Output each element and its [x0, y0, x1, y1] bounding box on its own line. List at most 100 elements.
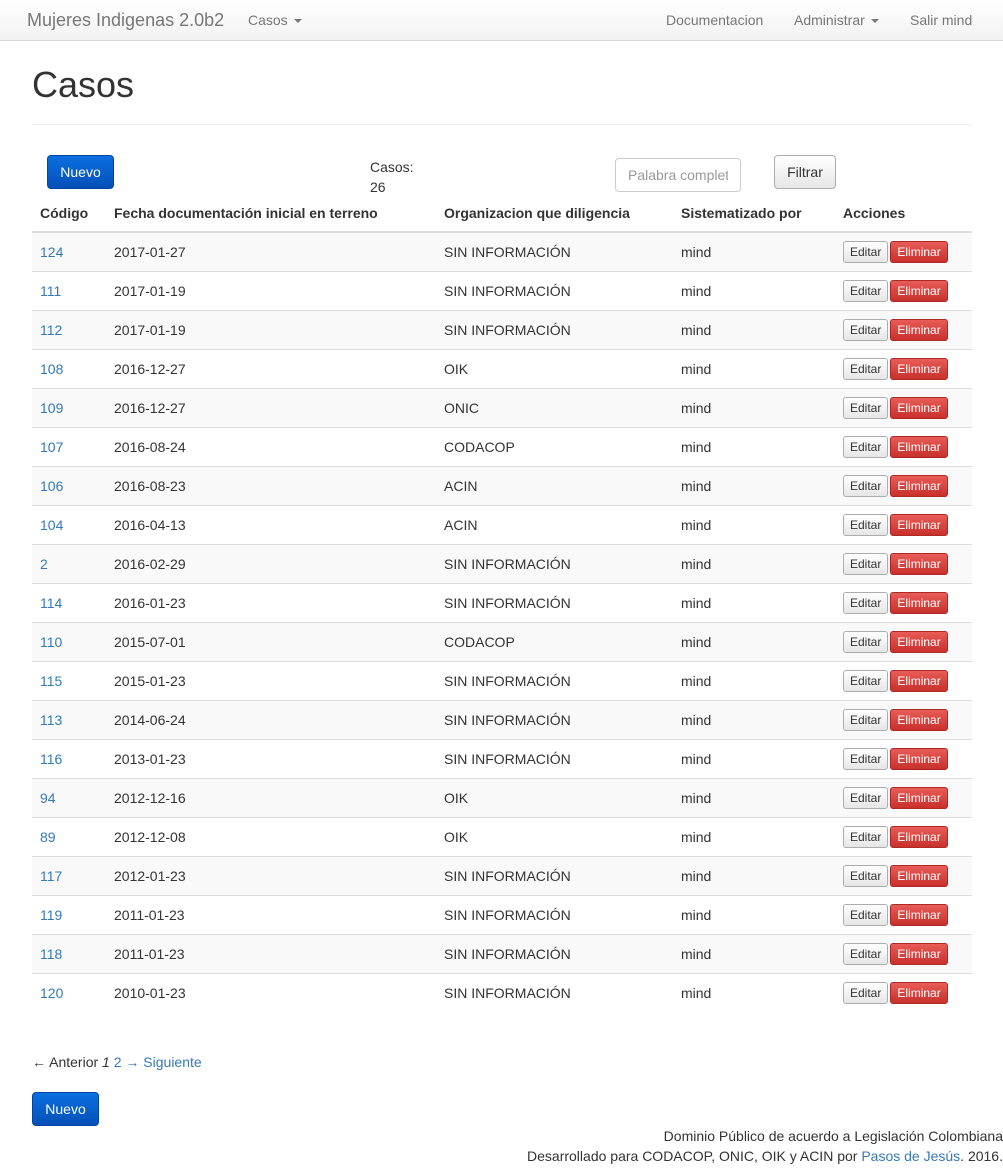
delete-button[interactable]: Eliminar — [890, 435, 948, 458]
case-date: 2017-01-27 — [106, 232, 436, 271]
edit-button[interactable]: Editar — [843, 630, 889, 653]
case-code-link[interactable]: 108 — [40, 361, 63, 377]
case-code-link[interactable]: 119 — [40, 907, 62, 923]
delete-button[interactable]: Eliminar — [890, 864, 948, 887]
edit-button[interactable]: Editar — [843, 825, 889, 848]
case-actions: Editar Eliminar — [835, 621, 972, 661]
case-systematized-by: mind — [673, 777, 835, 817]
edit-button[interactable]: Editar — [843, 357, 889, 380]
nav-documentation[interactable]: Documentacion — [666, 12, 763, 28]
delete-button[interactable]: Eliminar — [890, 396, 948, 419]
brand-link[interactable]: Mujeres Indigenas 2.0b2 — [27, 10, 224, 31]
delete-button[interactable]: Eliminar — [890, 357, 948, 380]
edit-button[interactable]: Editar — [843, 786, 889, 809]
case-code-link[interactable]: 120 — [40, 985, 63, 1001]
case-actions: Editar Eliminar — [835, 465, 972, 505]
edit-button[interactable]: Editar — [843, 474, 889, 497]
pagination-page-2[interactable]: 2 — [114, 1054, 122, 1070]
delete-button[interactable]: Eliminar — [890, 591, 948, 614]
case-systematized-by: mind — [673, 738, 835, 778]
new-case-button-top[interactable]: Nuevo — [47, 155, 114, 189]
case-actions: Editar Eliminar — [835, 894, 972, 934]
case-code-cell: 119 — [32, 894, 106, 934]
case-code-link[interactable]: 2 — [40, 556, 48, 572]
case-actions: Editar Eliminar — [835, 348, 972, 388]
case-code-link[interactable]: 94 — [40, 790, 56, 806]
nav-cases-menu[interactable]: Casos — [248, 12, 302, 28]
case-code-link[interactable]: 107 — [40, 439, 63, 455]
edit-button[interactable]: Editar — [843, 396, 889, 419]
case-code-link[interactable]: 117 — [40, 868, 62, 884]
delete-button[interactable]: Eliminar — [890, 903, 948, 926]
case-systematized-by: mind — [673, 699, 835, 739]
case-actions: Editar Eliminar — [835, 232, 972, 271]
delete-button[interactable]: Eliminar — [890, 630, 948, 653]
delete-button[interactable]: Eliminar — [890, 708, 948, 731]
edit-button[interactable]: Editar — [843, 747, 889, 770]
case-organization: SIN INFORMACIÓN — [436, 543, 673, 583]
case-organization: ONIC — [436, 387, 673, 427]
case-organization: SIN INFORMACIÓN — [436, 972, 673, 1012]
case-code-link[interactable]: 110 — [40, 634, 62, 650]
case-code-cell: 114 — [32, 582, 106, 622]
edit-button[interactable]: Editar — [843, 591, 889, 614]
case-code-link[interactable]: 118 — [40, 946, 62, 962]
edit-button[interactable]: Editar — [843, 669, 889, 692]
case-organization: OIK — [436, 816, 673, 856]
edit-button[interactable]: Editar — [843, 942, 889, 965]
edit-button[interactable]: Editar — [843, 981, 889, 1004]
edit-button[interactable]: Editar — [843, 552, 889, 575]
case-date: 2013-01-23 — [106, 738, 436, 778]
case-code-link[interactable]: 112 — [40, 322, 62, 338]
case-code-link[interactable]: 116 — [40, 751, 62, 767]
delete-button[interactable]: Eliminar — [890, 669, 948, 692]
delete-button[interactable]: Eliminar — [890, 981, 948, 1004]
case-code-link[interactable]: 114 — [40, 595, 62, 611]
header-systematized-by: Sistematizado por — [673, 194, 835, 233]
navbar: Mujeres Indigenas 2.0b2 Casos Documentac… — [0, 0, 1003, 41]
case-code-link[interactable]: 106 — [40, 478, 63, 494]
table-row: 116 2013-01-23 SIN INFORMACIÓN mind Editar El… — [32, 738, 972, 778]
delete-button[interactable]: Eliminar — [890, 474, 948, 497]
filter-input[interactable] — [615, 158, 741, 192]
filter-button[interactable]: Filtrar — [774, 155, 836, 189]
edit-button[interactable]: Editar — [843, 903, 889, 926]
table-row: 106 2016-08-23 ACIN mind Editar Eliminar — [32, 465, 972, 505]
pagination-next[interactable]: → Siguiente — [125, 1054, 201, 1070]
delete-button[interactable]: Eliminar — [890, 513, 948, 536]
case-actions: Editar Eliminar — [835, 426, 972, 466]
case-date: 2016-12-27 — [106, 348, 436, 388]
delete-button[interactable]: Eliminar — [890, 825, 948, 848]
case-count: Casos: 26 — [370, 157, 414, 197]
delete-button[interactable]: Eliminar — [890, 786, 948, 809]
edit-button[interactable]: Editar — [843, 318, 889, 341]
case-code-link[interactable]: 104 — [40, 517, 63, 533]
delete-button[interactable]: Eliminar — [890, 240, 948, 263]
case-code-link[interactable]: 109 — [40, 400, 63, 416]
delete-button[interactable]: Eliminar — [890, 942, 948, 965]
edit-button[interactable]: Editar — [843, 279, 889, 302]
nav-logout[interactable]: Salir mind — [910, 12, 972, 28]
delete-button[interactable]: Eliminar — [890, 747, 948, 770]
footer-author-link[interactable]: Pasos de Jesús — [861, 1148, 960, 1164]
case-code-link[interactable]: 89 — [40, 829, 56, 845]
case-date: 2010-01-23 — [106, 972, 436, 1012]
edit-button[interactable]: Editar — [843, 513, 889, 536]
case-code-cell: 115 — [32, 660, 106, 700]
edit-button[interactable]: Editar — [843, 435, 889, 458]
case-code-link[interactable]: 113 — [40, 712, 62, 728]
case-code-link[interactable]: 115 — [40, 673, 62, 689]
case-code-link[interactable]: 111 — [40, 283, 61, 299]
edit-button[interactable]: Editar — [843, 864, 889, 887]
edit-button[interactable]: Editar — [843, 240, 889, 263]
case-actions: Editar Eliminar — [835, 972, 972, 1012]
case-code-link[interactable]: 124 — [40, 244, 63, 260]
delete-button[interactable]: Eliminar — [890, 318, 948, 341]
case-actions: Editar Eliminar — [835, 777, 972, 817]
nav-admin-menu[interactable]: Administrar — [794, 12, 879, 28]
delete-button[interactable]: Eliminar — [890, 279, 948, 302]
table-row: 111 2017-01-19 SIN INFORMACIÓN mind Editar El… — [32, 270, 972, 310]
edit-button[interactable]: Editar — [843, 708, 889, 731]
new-case-button-bottom[interactable]: Nuevo — [32, 1092, 99, 1126]
delete-button[interactable]: Eliminar — [890, 552, 948, 575]
